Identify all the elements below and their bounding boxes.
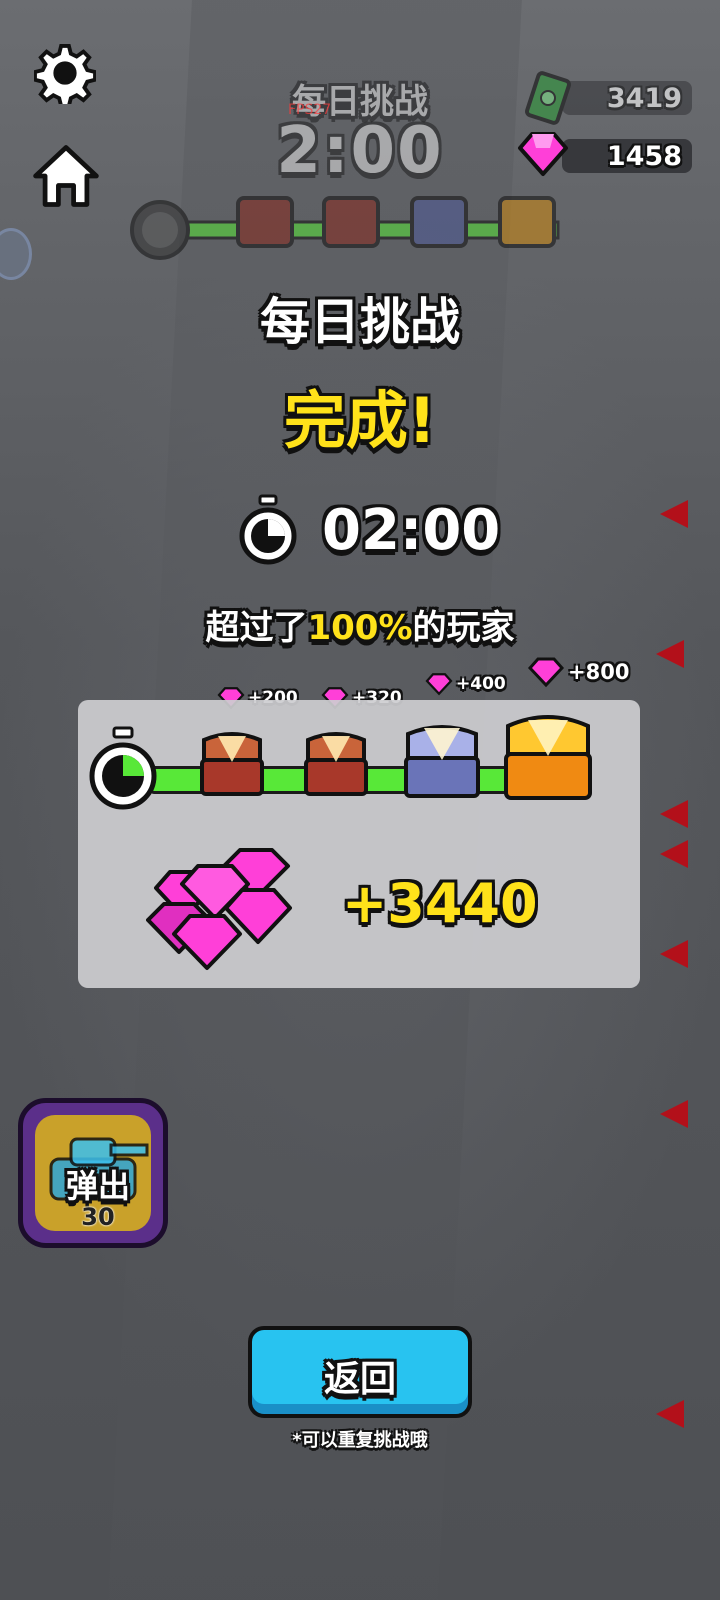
players-percent: 100% xyxy=(307,608,413,648)
bronze-chest-icon xyxy=(200,732,264,796)
top-timer: 2:00 xyxy=(276,114,444,188)
gem-pile-icon xyxy=(146,848,292,970)
completion-time-value: 02:00 xyxy=(322,497,501,563)
eject-button[interactable]: 弹出 30 xyxy=(18,1098,168,1248)
eject-label: 弹出 xyxy=(65,1167,130,1205)
players-prefix: 超过了 xyxy=(205,608,308,648)
spike xyxy=(660,800,688,828)
players-suffix: 的玩家 xyxy=(412,608,515,648)
gem-icon xyxy=(527,657,565,688)
stopwatch-icon xyxy=(239,494,297,565)
top-progress-bar xyxy=(130,196,560,260)
gem-icon xyxy=(425,673,453,696)
silver-chest-icon xyxy=(404,725,480,798)
completion-time: 02:00 xyxy=(236,490,500,570)
milestone-reward-4-label: +800 xyxy=(568,660,630,684)
return-label: 返回 xyxy=(323,1359,396,1400)
spike xyxy=(660,500,688,528)
bronze-chest-icon xyxy=(304,732,368,796)
result-title: 每日挑战 xyxy=(260,293,460,351)
spike xyxy=(660,840,688,868)
milestone-reward-3-label: +400 xyxy=(456,674,506,694)
retry-hint: *可以重复挑战哦 xyxy=(292,1430,428,1451)
eject-count: 30 xyxy=(81,1203,115,1231)
spike xyxy=(660,940,688,968)
players-beaten: 超过了100%的玩家 xyxy=(0,600,720,649)
completion-status: 完成! xyxy=(283,384,437,457)
gold-chest-icon xyxy=(504,715,592,800)
milestone-reward-3: +400 xyxy=(424,672,506,696)
spike xyxy=(660,1100,688,1128)
stopwatch-icon xyxy=(89,726,157,810)
milestone-reward-4: +800 xyxy=(526,656,629,688)
return-button[interactable]: 返回 xyxy=(248,1326,472,1418)
spike xyxy=(656,1400,684,1428)
total-reward: +3440 xyxy=(342,872,538,935)
